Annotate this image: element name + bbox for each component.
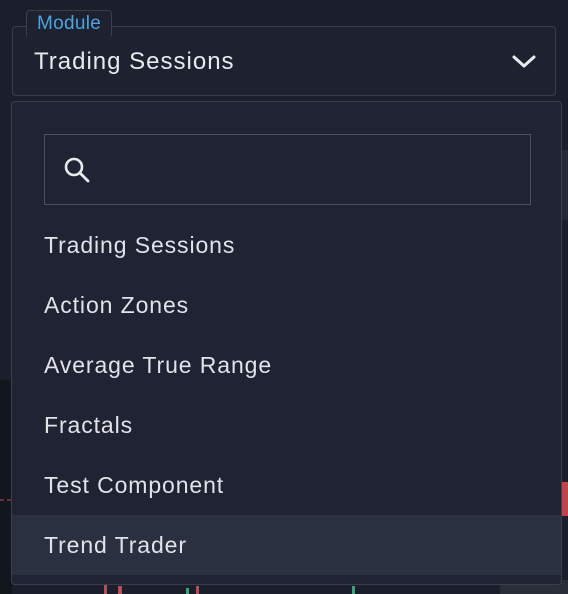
- module-select-value: Trading Sessions: [34, 48, 235, 75]
- chevron-down-icon[interactable]: [511, 51, 537, 71]
- background-candle: [352, 586, 355, 594]
- search-input[interactable]: [105, 135, 529, 206]
- option-trend-trader[interactable]: Trend Trader: [12, 515, 561, 575]
- module-dropdown: Trading Sessions Action Zones Average Tr…: [11, 101, 562, 585]
- background-candle: [104, 584, 107, 594]
- option-fractals[interactable]: Fractals: [12, 395, 561, 455]
- background-candle: [186, 588, 189, 594]
- option-test-component[interactable]: Test Component: [12, 455, 561, 515]
- background-candle: [118, 586, 122, 594]
- module-select-label: Module: [26, 10, 113, 36]
- background-price-tag: [562, 482, 568, 516]
- option-list: Trading Sessions Action Zones Average Tr…: [12, 215, 561, 575]
- app-root: Trading Sessions Module Trading Sessions…: [0, 0, 568, 594]
- background-candle: [196, 586, 199, 594]
- option-action-zones[interactable]: Action Zones: [12, 275, 561, 335]
- search-icon: [64, 157, 90, 183]
- search-box[interactable]: [44, 134, 531, 206]
- option-trading-sessions[interactable]: Trading Sessions: [12, 215, 561, 275]
- option-average-true-range[interactable]: Average True Range: [12, 335, 561, 395]
- background-axis-strip: [562, 150, 568, 220]
